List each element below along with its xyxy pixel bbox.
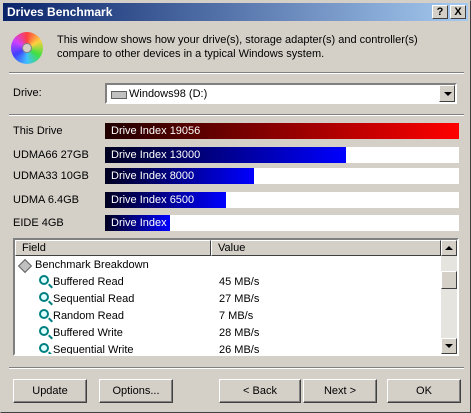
list-header: Field Value <box>15 240 441 256</box>
list-item[interactable]: Sequential Write 26 MB/s <box>15 342 441 356</box>
benchmark-bar-text: Drive Index 3500 <box>111 217 195 229</box>
ok-button[interactable]: OK <box>387 379 461 403</box>
list-item[interactable]: Buffered Write 28 MB/s <box>15 325 441 342</box>
list-item-value: 28 MB/s <box>219 327 260 339</box>
next-button[interactable]: Next > <box>303 379 377 403</box>
magnifier-icon <box>39 275 49 285</box>
drive-select[interactable]: Windows98 (D:) <box>105 83 457 104</box>
list-item-field: Sequential Read <box>53 293 135 305</box>
benchmark-list-view[interactable]: Field Value Benchmark Breakdown Buffered… <box>13 238 459 356</box>
magnifier-icon <box>39 326 49 336</box>
benchmark-bar-text: Drive Index 8000 <box>111 170 195 182</box>
close-button[interactable]: X <box>450 5 466 19</box>
list-item-field: Random Read <box>53 310 124 322</box>
column-header-value[interactable]: Value <box>211 240 441 256</box>
list-item-value: 26 MB/s <box>219 344 260 356</box>
list-item[interactable]: Buffered Read 45 MB/s <box>15 274 441 291</box>
benchmark-label-udma33: UDMA33 10GB <box>13 170 89 182</box>
column-header-field[interactable]: Field <box>15 240 211 256</box>
vertical-scrollbar[interactable] <box>441 240 457 354</box>
list-item-value: 7 MB/s <box>219 310 254 322</box>
drives-benchmark-window: Drives Benchmark ? X This window shows h… <box>0 0 471 413</box>
diamond-icon <box>17 258 33 274</box>
list-item-field: Sequential Write <box>53 344 134 356</box>
window-title: Drives Benchmark <box>7 5 113 19</box>
list-item-value: 45 MB/s <box>219 276 260 288</box>
list-item-field: Benchmark Breakdown <box>35 259 149 271</box>
separator-middle <box>9 114 464 116</box>
benchmark-bar-text: Drive Index 6500 <box>111 194 195 206</box>
list-item-field: Buffered Read <box>53 276 124 288</box>
chevron-down-icon[interactable] <box>439 85 455 102</box>
drive-label: Drive: <box>13 87 42 99</box>
magnifier-icon <box>39 292 49 302</box>
scroll-up-button[interactable] <box>441 240 457 256</box>
benchmark-label-eide: EIDE 4GB <box>13 217 64 229</box>
magnifier-icon <box>39 309 49 319</box>
benchmark-bar-udma33: Drive Index 8000 <box>105 168 459 184</box>
benchmark-bar-eide: Drive Index 3500 <box>105 215 459 231</box>
benchmark-label-udma-6gb: UDMA 6.4GB <box>13 194 80 206</box>
scroll-thumb[interactable] <box>441 271 457 289</box>
benchmark-bar-this-drive: Drive Index 19056 <box>105 123 459 139</box>
list-item-field: Buffered Write <box>53 327 123 339</box>
magnifier-icon <box>39 343 49 353</box>
benchmark-bar-udma66: Drive Index 13000 <box>105 147 459 163</box>
update-button[interactable]: Update <box>13 379 87 403</box>
list-item[interactable]: Random Read 7 MB/s <box>15 308 441 325</box>
title-bar[interactable]: Drives Benchmark ? X <box>3 3 468 21</box>
separator-bottom <box>9 367 464 369</box>
benchmark-label-this-drive: This Drive <box>13 125 63 137</box>
cd-disc-icon <box>11 32 43 64</box>
benchmark-bar-text: Drive Index 13000 <box>111 149 201 161</box>
scroll-down-button[interactable] <box>441 338 457 354</box>
benchmark-bar-udma-6gb: Drive Index 6500 <box>105 192 459 208</box>
help-button[interactable]: ? <box>432 5 448 19</box>
list-item[interactable]: Sequential Read 27 MB/s <box>15 291 441 308</box>
benchmark-bar-text: Drive Index 19056 <box>111 125 201 137</box>
list-item-value: 27 MB/s <box>219 293 260 305</box>
separator-top <box>9 72 464 74</box>
benchmark-label-udma66: UDMA66 27GB <box>13 149 89 161</box>
drive-select-value: Windows98 (D:) <box>129 88 208 100</box>
options-button[interactable]: Options... <box>99 379 173 403</box>
list-item-group[interactable]: Benchmark Breakdown <box>15 257 441 274</box>
intro-text: This window shows how your drive(s), sto… <box>57 34 418 60</box>
hard-drive-icon <box>111 91 127 99</box>
back-button[interactable]: < Back <box>219 379 301 403</box>
